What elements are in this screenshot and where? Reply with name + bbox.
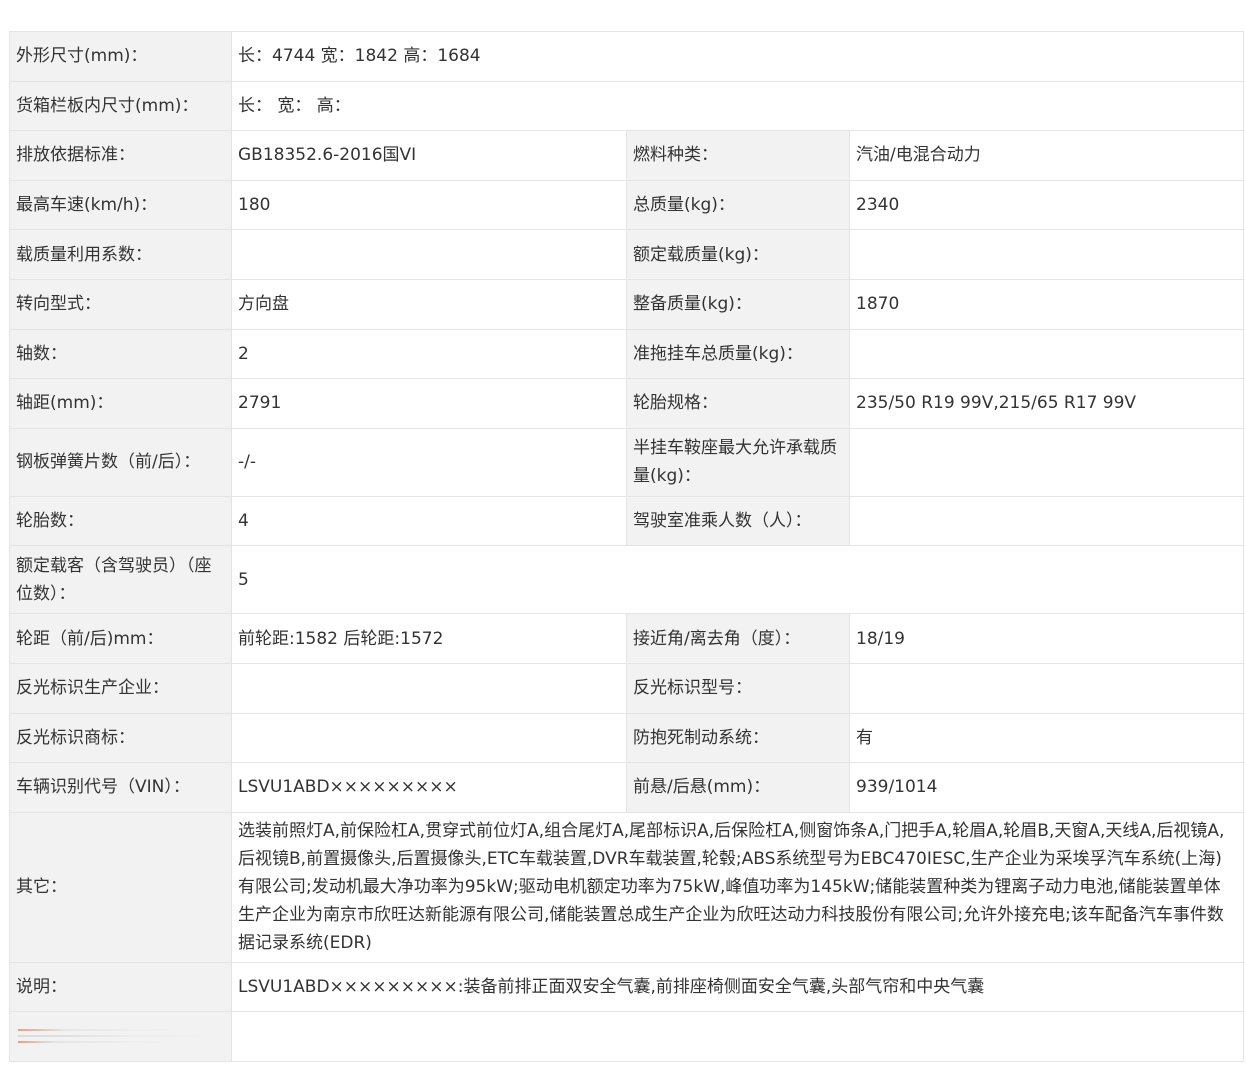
cab-occupancy-value	[849, 495, 1244, 547]
watermark-stamp	[18, 1029, 208, 1044]
track-value: 前轮距:1582 后轮距:1572	[231, 613, 627, 664]
row-wheelbase: 轴距(mm)： 2791 轮胎规格： 235/50 R19 99V,215/65…	[9, 378, 1244, 429]
saddle-load-value	[849, 427, 1244, 497]
note-label: 说明：	[9, 961, 232, 1013]
axles-label: 轴数：	[9, 328, 232, 380]
other-value: 选装前照灯A,前保险杠A,贯穿式前位灯A,组合尾灯A,尾部标识A,后保险杠A,侧…	[231, 811, 1244, 963]
overhang-label: 前悬/后悬(mm)：	[626, 762, 850, 813]
row-track: 轮距（前/后)mm： 前轮距:1582 后轮距:1572 接近角/离去角（度）：…	[9, 613, 1244, 664]
reflector-brand-value	[231, 712, 627, 764]
load-factor-label: 载质量利用系数：	[9, 229, 232, 280]
passengers-value: 5	[231, 545, 1244, 615]
emission-standard-value: GB18352.6-2016国VI	[231, 130, 627, 181]
curb-weight-value: 1870	[849, 278, 1244, 330]
reflector-model-value	[849, 662, 1244, 714]
note-value: LSVU1ABD×××××××××:装备前排正面双安全气囊,前排座椅侧面安全气囊…	[231, 961, 1244, 1013]
track-label: 轮距（前/后)mm：	[9, 613, 232, 664]
emission-standard-label: 排放依据标准：	[9, 130, 232, 181]
max-speed-value: 180	[231, 179, 627, 231]
reflector-maker-value	[231, 662, 627, 714]
reflector-brand-label: 反光标识商标：	[9, 712, 232, 764]
row-reflector-brand: 反光标识商标： 防抱死制动系统： 有	[9, 712, 1244, 764]
rated-load-value	[849, 229, 1244, 280]
fuel-type-value: 汽油/电混合动力	[849, 130, 1244, 181]
rated-load-label: 额定载质量(kg)：	[626, 229, 850, 280]
row-axles: 轴数： 2 准拖挂车总质量(kg)：	[9, 328, 1244, 380]
row-load-factor: 载质量利用系数： 额定载质量(kg)：	[9, 229, 1244, 280]
abs-label: 防抱死制动系统：	[626, 712, 850, 764]
steering-value: 方向盘	[231, 278, 627, 330]
other-label: 其它：	[9, 811, 232, 963]
passengers-label: 额定载客（含驾驶员）（座位数）：	[9, 545, 232, 615]
row-dimensions: 外形尺寸(mm)： 长：4744 宽：1842 高：1684	[9, 31, 1244, 82]
cab-occupancy-label: 驾驶室准乘人数（人）：	[626, 495, 850, 547]
total-mass-label: 总质量(kg)：	[626, 179, 850, 231]
trailer-mass-label: 准拖挂车总质量(kg)：	[626, 328, 850, 380]
watermark-cell	[9, 1011, 232, 1062]
row-note: 说明： LSVU1ABD×××××××××:装备前排正面双安全气囊,前排座椅侧面…	[9, 961, 1244, 1013]
row-reflector-maker: 反光标识生产企业： 反光标识型号：	[9, 662, 1244, 714]
watermark-value	[231, 1011, 1244, 1062]
axles-value: 2	[231, 328, 627, 380]
max-speed-label: 最高车速(km/h)：	[9, 179, 232, 231]
cargo-box-label: 货箱栏板内尺寸(mm)：	[9, 80, 232, 132]
angles-label: 接近角/离去角（度）：	[626, 613, 850, 664]
wheelbase-value: 2791	[231, 378, 627, 429]
row-cargo-box: 货箱栏板内尺寸(mm)： 长： 宽： 高：	[9, 80, 1244, 132]
dimensions-label: 外形尺寸(mm)：	[9, 31, 232, 82]
reflector-model-label: 反光标识型号：	[626, 662, 850, 714]
row-steering: 转向型式： 方向盘 整备质量(kg)： 1870	[9, 278, 1244, 330]
load-factor-value	[231, 229, 627, 280]
row-vin: 车辆识别代号（VIN）： LSVU1ABD××××××××× 前悬/后悬(mm)…	[9, 762, 1244, 813]
leaf-springs-label: 钢板弹簧片数（前/后）：	[9, 427, 232, 497]
steering-label: 转向型式：	[9, 278, 232, 330]
tire-count-label: 轮胎数：	[9, 495, 232, 547]
reflector-maker-label: 反光标识生产企业：	[9, 662, 232, 714]
total-mass-value: 2340	[849, 179, 1244, 231]
fuel-type-label: 燃料种类：	[626, 130, 850, 181]
trailer-mass-value	[849, 328, 1244, 380]
tire-spec-value: 235/50 R19 99V,215/65 R17 99V	[849, 378, 1244, 429]
curb-weight-label: 整备质量(kg)：	[626, 278, 850, 330]
cargo-box-value: 长： 宽： 高：	[231, 80, 1244, 132]
row-passengers: 额定载客（含驾驶员）（座位数）： 5	[9, 545, 1244, 615]
tire-count-value: 4	[231, 495, 627, 547]
saddle-load-label: 半挂车鞍座最大允许承载质量(kg)：	[626, 427, 850, 497]
leaf-springs-value: -/-	[231, 427, 627, 497]
row-watermark	[9, 1011, 1244, 1062]
wheelbase-label: 轴距(mm)：	[9, 378, 232, 429]
abs-value: 有	[849, 712, 1244, 764]
overhang-value: 939/1014	[849, 762, 1244, 813]
vin-label: 车辆识别代号（VIN）：	[9, 762, 232, 813]
angles-value: 18/19	[849, 613, 1244, 664]
row-springs: 钢板弹簧片数（前/后）： -/- 半挂车鞍座最大允许承载质量(kg)：	[9, 427, 1244, 497]
row-other: 其它： 选装前照灯A,前保险杠A,贯穿式前位灯A,组合尾灯A,尾部标识A,后保险…	[9, 811, 1244, 963]
vin-value: LSVU1ABD×××××××××	[231, 762, 627, 813]
row-tire-count: 轮胎数： 4 驾驶室准乘人数（人）：	[9, 495, 1244, 547]
row-speed-mass: 最高车速(km/h)： 180 总质量(kg)： 2340	[9, 179, 1244, 231]
dimensions-value: 长：4744 宽：1842 高：1684	[231, 31, 1244, 82]
spec-table: 外形尺寸(mm)： 长：4744 宽：1842 高：1684 货箱栏板内尺寸(m…	[9, 31, 1244, 1062]
tire-spec-label: 轮胎规格：	[626, 378, 850, 429]
row-emission-fuel: 排放依据标准： GB18352.6-2016国VI 燃料种类： 汽油/电混合动力	[9, 130, 1244, 181]
